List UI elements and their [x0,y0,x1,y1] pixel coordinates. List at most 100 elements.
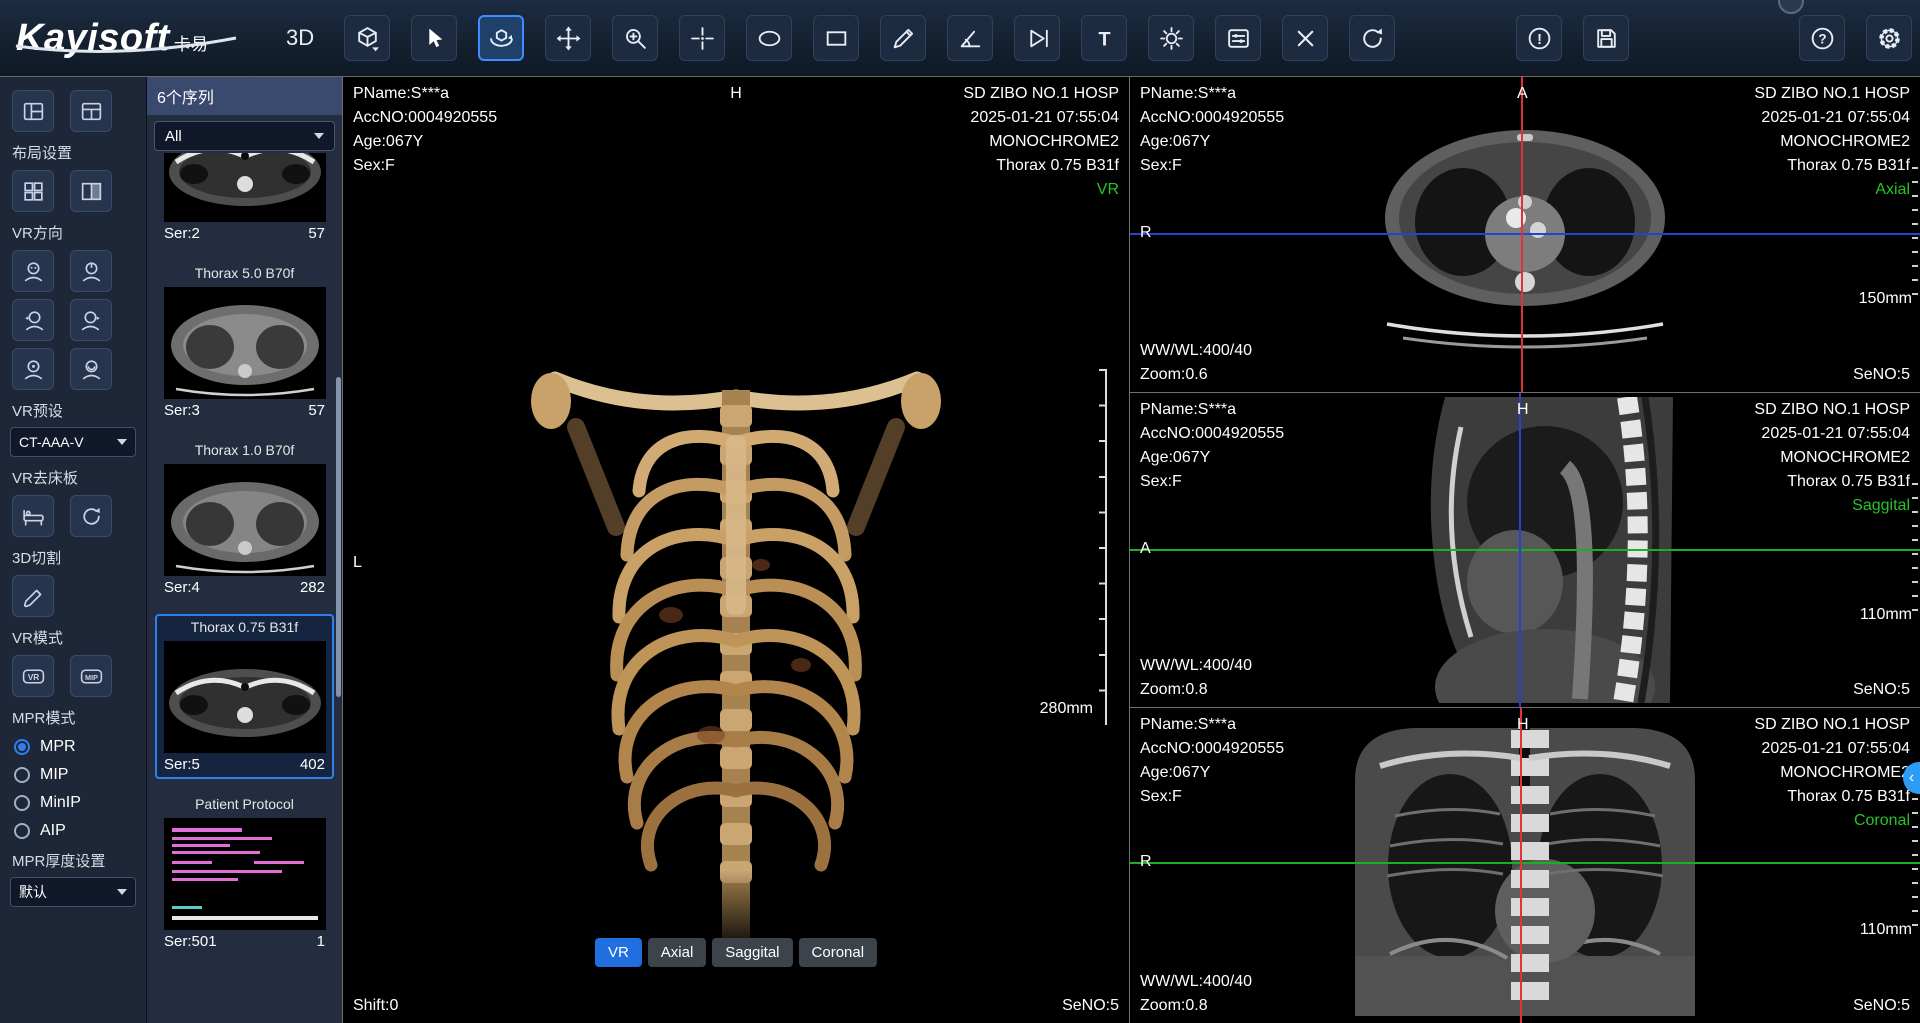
view-button-coronal[interactable]: Coronal [799,938,878,967]
mpr-thickness-select[interactable]: 默认 [10,877,136,907]
mpr-option-label: MinIP [40,794,81,812]
mpr-mode-option-aip[interactable]: AIP [14,822,134,840]
study-datetime: 2025-01-21 07:55:04 [1754,106,1910,130]
window-level-button[interactable] [1148,15,1194,61]
view-button-saggital[interactable]: Saggital [712,938,792,967]
series-item-5-selected[interactable]: Thorax 0.75 B31f Ser:5 402 [155,614,334,779]
series-item-2[interactable]: Ser:2 57 [155,153,334,248]
series-scrollbar-thumb[interactable] [336,377,341,697]
window-preset-button[interactable] [1215,15,1261,61]
view-button-axial[interactable]: Axial [648,938,707,967]
mpr-mode-option-mip[interactable]: MIP [14,766,134,784]
text-icon: T [1091,25,1118,52]
patient-age: Age:067Y [353,130,497,154]
view-mode-label: VR [963,178,1119,202]
remove-bed-button[interactable] [12,495,54,537]
mpr-thickness-value: 默认 [19,882,47,902]
render-mode-button[interactable] [344,15,390,61]
layout-settings-label: 布局设置 [12,142,136,163]
sagittal-crosshair-horizontal[interactable] [1130,549,1920,551]
brightness-icon [1158,25,1185,52]
text-tool-button[interactable]: T [1081,15,1127,61]
view-button-vr[interactable]: VR [595,938,642,967]
vr-orient-left-button[interactable] [12,299,54,341]
bed-reset-button[interactable] [70,495,112,537]
patient-info-overlay: PName:S***a AccNO:0004920555 Age:067Y Se… [1140,82,1284,178]
left-tool-sidebar: 布局设置 VR方向 [0,77,147,1023]
patient-info-overlay: PName:S***a AccNO:0004920555 Age:067Y Se… [1140,713,1284,809]
help-icon: ? [1809,25,1836,52]
viewport-sagittal[interactable]: PName:S***a AccNO:0004920555 Age:067Y Se… [1130,393,1920,709]
vr-mode-mip-button[interactable]: MIP [70,655,112,697]
reset-view-button[interactable] [1349,15,1395,61]
measure-tool-button[interactable] [880,15,926,61]
crosshair-tool-button[interactable] [679,15,725,61]
layout-preset-b-button[interactable] [70,90,112,132]
study-info-overlay: SD ZIBO NO.1 HOSP 2025-01-21 07:55:04 MO… [1754,398,1910,518]
head-left-icon [21,308,46,333]
series-thumbnail-chest [164,287,326,399]
axial-crosshair-vertical[interactable] [1521,77,1523,392]
hospital-name: SD ZIBO NO.1 HOSP [1754,713,1910,737]
series-item-501[interactable]: Patient Protocol [155,791,334,956]
alert-button[interactable]: ! [1516,15,1562,61]
ellipse-tool-button[interactable] [746,15,792,61]
viewport-vr[interactable]: PName:S***a AccNO:0004920555 Age:067Y Se… [343,77,1129,1023]
pointer-tool-button[interactable] [411,15,457,61]
view-switcher: VR Axial Saggital Coronal [595,938,877,967]
coronal-crosshair-horizontal[interactable] [1130,862,1920,864]
mpr-column: PName:S***a AccNO:0004920555 Age:067Y Se… [1129,77,1920,1023]
head-bottom-icon [79,357,104,382]
scalpel-button[interactable] [12,575,54,617]
vr-orient-inferior-button[interactable] [70,348,112,390]
vr-orient-posterior-button[interactable] [70,250,112,292]
series-list: Ser:2 57 Thorax 5.0 B70f [147,153,342,1023]
rotate3d-tool-button[interactable] [478,15,524,61]
scale-label: 280mm [1040,697,1093,721]
rectangle-icon [823,25,850,52]
coronal-crosshair-vertical[interactable] [1520,708,1522,1023]
play-icon [1024,25,1051,52]
series-item-3[interactable]: Thorax 5.0 B70f Ser:3 57 [155,260,334,425]
save-button[interactable] [1583,15,1629,61]
orientation-left: A [1140,537,1151,561]
vr-orient-anterior-button[interactable] [12,250,54,292]
angle-tool-button[interactable] [947,15,993,61]
split-view-button[interactable] [70,170,112,212]
photometric: MONOCHROME2 [1754,761,1910,785]
vr-bed-removal-label: VR去床板 [12,467,136,488]
vr-orient-row-1 [12,250,136,292]
delete-tool-button[interactable] [1282,15,1328,61]
layout-preset-a-button[interactable] [12,90,54,132]
svg-text:T: T [1098,28,1110,50]
help-button[interactable]: ? [1799,15,1845,61]
rectangle-tool-button[interactable] [813,15,859,61]
vr-mode-vr-button[interactable]: VR [12,655,54,697]
zoom-tool-button[interactable] [612,15,658,61]
preset-sliders-icon [1225,25,1252,52]
window-info-overlay: WW/WL:400/40 Zoom:0.8 [1140,970,1252,1018]
tool-group-secondary: ! [1516,15,1629,61]
study-datetime: 2025-01-21 07:55:04 [963,106,1119,130]
bed-icon [21,504,46,529]
vr-preset-select[interactable]: CT-AAA-V [10,427,136,457]
series-item-4[interactable]: Thorax 1.0 B70f Ser:4 282 [155,437,334,602]
grid-2x2-button[interactable] [12,170,54,212]
ellipse-icon [756,25,783,52]
settings-button[interactable] [1866,15,1912,61]
vr-orient-superior-button[interactable] [12,348,54,390]
mpr-mode-option-mpr[interactable]: MPR [14,738,134,756]
vr-orient-right-button[interactable] [70,299,112,341]
axial-crosshair-horizontal[interactable] [1130,233,1920,235]
sagittal-crosshair-vertical[interactable] [1519,393,1521,708]
series-panel: 6个序列 All Ser:2 [147,77,343,1023]
viewport-coronal[interactable]: PName:S***a AccNO:0004920555 Age:067Y Se… [1130,708,1920,1023]
viewport-axial[interactable]: PName:S***a AccNO:0004920555 Age:067Y Se… [1130,77,1920,393]
mpr-mode-option-minip[interactable]: MinIP [14,794,134,812]
series-title: Patient Protocol [160,796,329,816]
series-filter-select[interactable]: All [154,121,335,151]
wwwl-label: WW/WL:400/40 [1140,339,1252,363]
user-avatar[interactable] [1778,0,1804,14]
pan-tool-button[interactable] [545,15,591,61]
cine-tool-button[interactable] [1014,15,1060,61]
